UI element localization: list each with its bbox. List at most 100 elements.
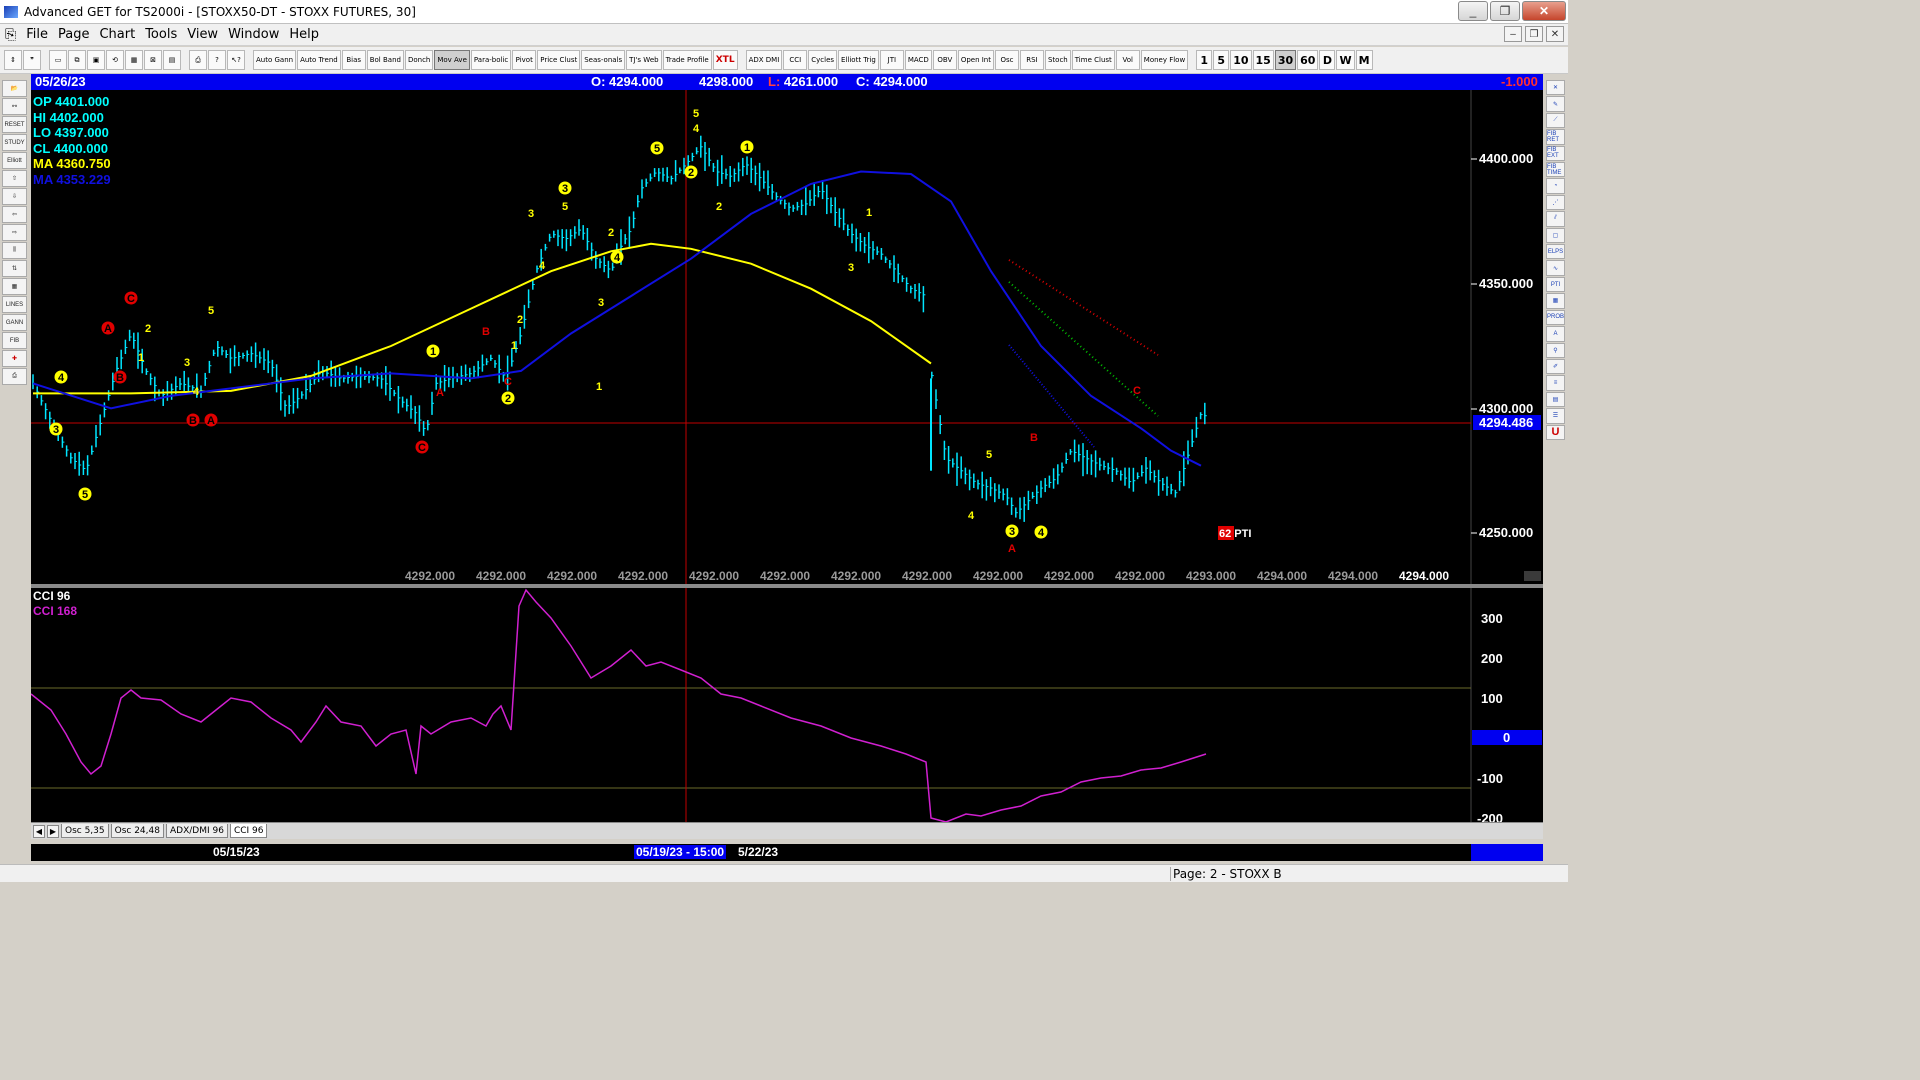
menu-page[interactable]: Page: [53, 27, 94, 42]
fib-ret-button[interactable]: FIB RET: [1546, 129, 1565, 145]
list-icon[interactable]: ☰: [1546, 408, 1565, 424]
channel-icon[interactable]: ⫽: [1546, 211, 1565, 227]
up-arrow-icon[interactable]: ⇧: [2, 170, 27, 187]
osc-button[interactable]: Osc: [994, 50, 1019, 70]
menu-help[interactable]: Help: [284, 27, 324, 42]
quote-icon[interactable]: ❞: [23, 50, 41, 70]
left-arrow-icon[interactable]: ⇦: [2, 206, 27, 223]
u-tool-button[interactable]: U: [1546, 424, 1565, 440]
brush-icon[interactable]: ✐: [1546, 358, 1565, 375]
restore-button[interactable]: ❐: [1490, 1, 1520, 21]
window-icon[interactable]: ▣: [87, 50, 105, 70]
tab-osc-5-35[interactable]: Osc 5,35: [61, 824, 109, 838]
macd-button[interactable]: MACD: [904, 50, 932, 70]
mdi-restore-button[interactable]: ❐: [1525, 26, 1543, 42]
box-icon[interactable]: ▢: [1546, 227, 1565, 244]
table-icon[interactable]: ▦: [1546, 293, 1565, 309]
parabolic-button[interactable]: Para-bolic: [470, 50, 512, 70]
obv-button[interactable]: OBV: [932, 50, 957, 70]
help-icon[interactable]: ?: [208, 50, 226, 70]
mdi-close-button[interactable]: ✕: [1546, 26, 1564, 42]
minimize-button[interactable]: _: [1458, 1, 1488, 21]
context-help-icon[interactable]: ↖?: [227, 50, 245, 70]
close-button[interactable]: ✕: [1522, 1, 1566, 21]
vol-button[interactable]: Vol: [1115, 50, 1140, 70]
layout-icon[interactable]: ▤: [163, 50, 181, 70]
crosshair-icon[interactable]: ✚: [2, 350, 27, 367]
mdi-minimize-button[interactable]: ‒: [1504, 26, 1522, 42]
zoom-icon[interactable]: ⚲: [1546, 342, 1565, 358]
arc-icon[interactable]: ◔: [1546, 178, 1565, 194]
delete-icon[interactable]: ⊠: [144, 50, 162, 70]
doc-icon[interactable]: ⎘: [0, 27, 21, 43]
close-tool-icon[interactable]: ✕: [1546, 80, 1565, 96]
cci-panel[interactable]: CCI 96 CCI 168 300 200 100 0 -100 -200: [30, 588, 1543, 826]
print-icon[interactable]: ⎙: [189, 50, 207, 70]
tjs-web-button[interactable]: TJ's Web: [626, 50, 662, 70]
tab-cci-96[interactable]: CCI 96: [229, 824, 268, 838]
interval-1-button[interactable]: 1: [1196, 50, 1213, 70]
interval-15-button[interactable]: 15: [1252, 50, 1274, 70]
pti-button[interactable]: PTI: [1546, 276, 1565, 293]
levels-icon[interactable]: ≡: [1546, 375, 1565, 391]
scale-icon[interactable]: [1524, 571, 1541, 581]
rsi-button[interactable]: RSI: [1019, 50, 1044, 70]
menu-window[interactable]: Window: [223, 27, 284, 42]
folder-icon[interactable]: 📂: [2, 80, 27, 97]
tab-osc-24-48[interactable]: Osc 24,48: [110, 824, 164, 838]
auto-gann-button[interactable]: Auto Gann: [253, 50, 297, 70]
open-int-button[interactable]: Open Int: [957, 50, 994, 70]
study-button[interactable]: STUDY: [2, 134, 27, 151]
pivot-button[interactable]: Pivot: [512, 50, 537, 70]
right-arrow-icon[interactable]: ⇨: [2, 224, 27, 241]
tab-prev-icon[interactable]: ◀: [33, 824, 45, 838]
new-icon[interactable]: ▭: [49, 50, 67, 70]
bias-button[interactable]: Bias: [341, 50, 366, 70]
binoculars-icon[interactable]: ⚯: [2, 98, 27, 115]
fib-ext-button[interactable]: FIB EXT: [1546, 145, 1565, 162]
grid-tool-icon[interactable]: ▤: [1546, 391, 1565, 408]
pencil-icon[interactable]: ✎: [1546, 96, 1565, 112]
auto-trend-button[interactable]: Auto Trend: [297, 50, 341, 70]
interval-daily-button[interactable]: D: [1319, 50, 1336, 70]
menu-file[interactable]: File: [21, 27, 53, 42]
price-chart-panel[interactable]: 4400.000 4350.000 4300.000 4250.000 4294…: [31, 90, 1543, 584]
trade-profile-button[interactable]: Trade Profile: [662, 50, 712, 70]
money-flow-button[interactable]: Money Flow: [1140, 50, 1189, 70]
text-tool-button[interactable]: A: [1546, 326, 1565, 342]
cci-button[interactable]: CCI: [783, 50, 808, 70]
elliott-trig-button[interactable]: Elliott Trig: [838, 50, 879, 70]
tab-next-icon[interactable]: ▶: [47, 824, 59, 838]
menu-chart[interactable]: Chart: [94, 27, 140, 42]
time-clust-button[interactable]: Time Clust: [1071, 50, 1115, 70]
adx-dmi-button[interactable]: ADX DMI: [745, 50, 783, 70]
elps-button[interactable]: ELPS: [1546, 244, 1565, 260]
menu-tools[interactable]: Tools: [140, 27, 182, 42]
printer-icon[interactable]: ⎙: [2, 368, 27, 385]
lines-button[interactable]: LINES: [2, 296, 27, 313]
elliott-button[interactable]: Elliott: [2, 152, 27, 169]
copy-icon[interactable]: ⧉: [68, 50, 86, 70]
interval-weekly-button[interactable]: W: [1336, 50, 1355, 70]
xtl-button[interactable]: XTL: [712, 50, 738, 70]
grid-icon[interactable]: ▦: [125, 50, 143, 70]
interval-5-button[interactable]: 5: [1213, 50, 1230, 70]
reset-button[interactable]: RESET: [2, 116, 27, 133]
fib-button[interactable]: FIB: [2, 332, 27, 349]
grid-icon[interactable]: ▦: [2, 278, 27, 295]
tab-adx-dmi[interactable]: ADX/DMI 96: [165, 824, 228, 838]
mov-ave-button[interactable]: Mov Ave: [434, 50, 470, 70]
down-arrow-icon[interactable]: ⇩: [2, 188, 27, 205]
jti-button[interactable]: JTI: [879, 50, 904, 70]
fib-time-button[interactable]: FIB TIME: [1546, 162, 1565, 178]
interval-monthly-button[interactable]: M: [1355, 50, 1373, 70]
seasonals-button[interactable]: Seas-onals: [581, 50, 626, 70]
cci-chart[interactable]: CCI 96 CCI 168 300 200 100 0 -100 -200: [30, 588, 1543, 826]
prob-button[interactable]: PROB: [1546, 309, 1565, 326]
wave-icon[interactable]: ∿: [1546, 260, 1565, 276]
cycles-button[interactable]: Cycles: [808, 50, 838, 70]
gann-button[interactable]: GANN: [2, 314, 27, 331]
pointer-icon[interactable]: ⇕: [4, 50, 22, 70]
updown-icon[interactable]: ⇅: [2, 260, 27, 277]
interval-10-button[interactable]: 10: [1230, 50, 1252, 70]
